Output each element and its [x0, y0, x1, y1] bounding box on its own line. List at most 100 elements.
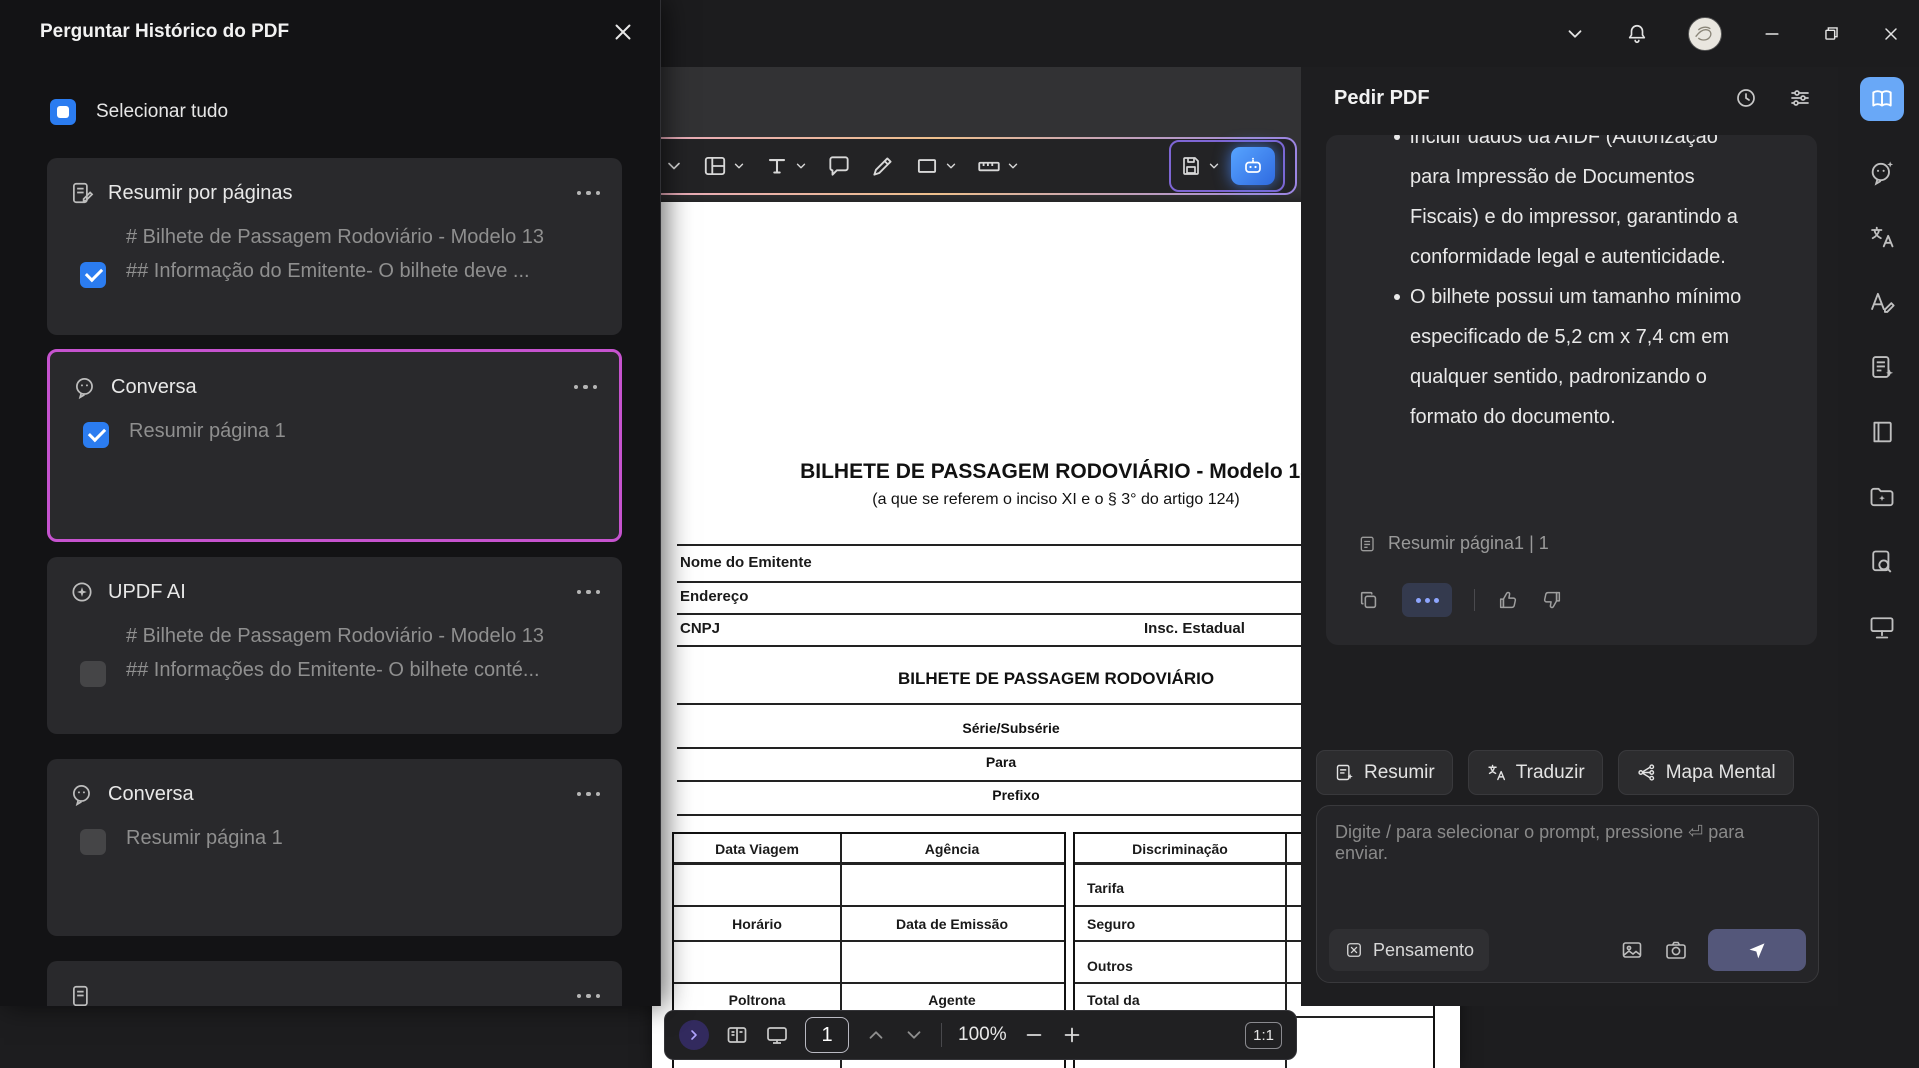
- select-all-label: Selecionar tudo: [96, 101, 228, 123]
- pdf-table-cell: Tarifa: [1087, 880, 1124, 896]
- ai-files-folder-icon[interactable]: [1868, 483, 1896, 511]
- pen-tool-icon[interactable]: [870, 153, 896, 179]
- previous-page-icon[interactable]: [865, 1024, 887, 1046]
- screenshot-camera-icon[interactable]: [1664, 938, 1688, 962]
- ai-write-icon[interactable]: [1868, 288, 1896, 316]
- pdf-table-cell: Horário: [674, 916, 840, 932]
- card-checkbox[interactable]: [80, 661, 106, 687]
- next-page-icon[interactable]: [903, 1024, 925, 1046]
- ai-response-bullet: incluir dados da AIDF (Autorização para …: [1410, 135, 1759, 277]
- prompt-input-box: Pensamento: [1316, 805, 1819, 983]
- close-window-icon[interactable]: [1881, 24, 1901, 44]
- more-options-icon[interactable]: [577, 994, 601, 999]
- settings-sliders-icon[interactable]: [1788, 86, 1812, 110]
- add-image-icon[interactable]: [1620, 938, 1644, 962]
- save-tool-icon[interactable]: [1179, 154, 1221, 178]
- editing-toolbar: [640, 137, 1297, 195]
- thinking-mode-button[interactable]: Pensamento: [1329, 929, 1489, 971]
- source-reference-chip[interactable]: Resumir página1 | 1: [1358, 533, 1549, 554]
- more-options-icon[interactable]: [577, 191, 601, 196]
- history-card-partial[interactable]: [47, 961, 622, 1006]
- history-card-conversation-selected[interactable]: Conversa Resumir página 1: [47, 349, 622, 542]
- ai-response-list: incluir dados da AIDF (Autorização para …: [1326, 135, 1817, 437]
- card-text-line: # Bilhete de Passagem Rodoviário - Model…: [126, 619, 544, 653]
- toolbar-chevron-down-icon[interactable]: [664, 156, 684, 176]
- card-checkbox[interactable]: [80, 829, 106, 855]
- ask-history-panel: Perguntar Histórico do PDF Selecionar tu…: [0, 0, 661, 1006]
- chat-history-icon[interactable]: [1734, 86, 1758, 110]
- response-actions: [1358, 583, 1563, 617]
- fullscreen-monitor-icon[interactable]: [765, 1023, 789, 1047]
- ai-chat-icon[interactable]: [1868, 158, 1896, 186]
- thumbs-down-icon[interactable]: [1541, 589, 1563, 611]
- ask-panel-title: Pedir PDF: [1334, 87, 1430, 110]
- maximize-restore-icon[interactable]: [1822, 24, 1841, 43]
- more-options-icon[interactable]: [577, 792, 601, 797]
- pdf-table-cell: Seguro: [1087, 916, 1135, 932]
- divider: [941, 1023, 942, 1047]
- organize-pages-tool-icon[interactable]: [702, 153, 746, 179]
- ask-pdf-panel: Pedir PDF incluir dados da AIDF (Autoriz…: [1301, 67, 1838, 1006]
- book-view-icon[interactable]: [1868, 418, 1896, 446]
- doc-search-icon[interactable]: [1868, 548, 1896, 576]
- pdf-table-cell: Data de Emissão: [840, 916, 1064, 932]
- copy-icon[interactable]: [1358, 589, 1380, 611]
- history-card-title: Conversa: [111, 376, 197, 399]
- ai-summarize-doc-icon[interactable]: [1868, 353, 1896, 381]
- close-panel-icon[interactable]: [610, 19, 636, 45]
- more-options-icon[interactable]: [574, 385, 598, 390]
- mind-map-button[interactable]: Mapa Mental: [1618, 750, 1794, 795]
- card-text-line: # Bilhete de Passagem Rodoviário - Model…: [126, 220, 544, 254]
- save-ai-toolbar-group: [1169, 140, 1285, 192]
- history-panel-title: Perguntar Histórico do PDF: [40, 21, 289, 43]
- chat-icon: [69, 781, 95, 807]
- history-card-updf-ai[interactable]: UPDF AI # Bilhete de Passagem Rodoviário…: [47, 557, 622, 734]
- thinking-mode-label: Pensamento: [1373, 940, 1474, 961]
- prompt-input[interactable]: [1317, 806, 1818, 908]
- user-avatar[interactable]: [1688, 17, 1722, 51]
- pdf-table-header: Discriminação: [1075, 841, 1285, 857]
- thumbs-up-icon[interactable]: [1497, 589, 1519, 611]
- send-button[interactable]: [1708, 929, 1806, 971]
- card-text-line: ## Informação do Emitente- O bilhete dev…: [126, 254, 544, 288]
- translate-button[interactable]: Traduzir: [1468, 750, 1603, 795]
- notifications-bell-icon[interactable]: [1626, 23, 1648, 45]
- measure-tool-icon[interactable]: [976, 153, 1020, 179]
- pdf-field-label: CNPJ: [680, 620, 720, 637]
- history-card-summary-pages[interactable]: Resumir por páginas # Bilhete de Passage…: [47, 158, 622, 335]
- more-options-icon[interactable]: [577, 590, 601, 595]
- history-card-title: Resumir por páginas: [108, 182, 293, 205]
- text-tool-icon[interactable]: [764, 153, 808, 179]
- ai-assistant-tool-icon[interactable]: [1231, 147, 1275, 185]
- summarize-button[interactable]: Resumir: [1316, 750, 1453, 795]
- chevron-down-icon[interactable]: [1564, 23, 1586, 45]
- expand-panel-chevron-icon[interactable]: [679, 1020, 709, 1050]
- zoom-in-icon[interactable]: [1061, 1024, 1083, 1046]
- pdf-field-label: Insc. Estadual: [1144, 620, 1245, 637]
- reader-mode-icon[interactable]: [1860, 77, 1904, 121]
- mind-map-label: Mapa Mental: [1666, 762, 1776, 784]
- history-card-conversation[interactable]: Conversa Resumir página 1: [47, 759, 622, 936]
- page-navigation-bar: 1 100% 1:1: [664, 1010, 1297, 1060]
- document-icon: [69, 983, 95, 1006]
- shape-tool-icon[interactable]: [914, 153, 958, 179]
- history-card-title: Conversa: [108, 783, 194, 806]
- pdf-table-header: Agência: [840, 841, 1064, 857]
- page-spread-view-icon[interactable]: [725, 1023, 749, 1047]
- ai-presentation-icon[interactable]: [1868, 613, 1896, 641]
- card-checkbox[interactable]: [83, 422, 109, 448]
- pdf-table-cell: Outros: [1087, 958, 1133, 974]
- actual-size-button[interactable]: 1:1: [1245, 1022, 1282, 1049]
- zoom-out-icon[interactable]: [1023, 1024, 1045, 1046]
- summary-pages-icon: [69, 180, 95, 206]
- ai-translate-icon[interactable]: [1868, 223, 1896, 251]
- more-actions-icon[interactable]: [1402, 583, 1452, 617]
- select-all-checkbox[interactable]: [50, 99, 76, 125]
- comment-tool-icon[interactable]: [826, 153, 852, 179]
- card-text-line: Resumir página 1: [126, 821, 283, 855]
- page-number-input[interactable]: 1: [805, 1017, 849, 1053]
- minimize-icon[interactable]: [1762, 24, 1782, 44]
- ai-response-card: incluir dados da AIDF (Autorização para …: [1326, 135, 1817, 645]
- card-text-line: ## Informações do Emitente- O bilhete co…: [126, 653, 544, 687]
- card-checkbox[interactable]: [80, 262, 106, 288]
